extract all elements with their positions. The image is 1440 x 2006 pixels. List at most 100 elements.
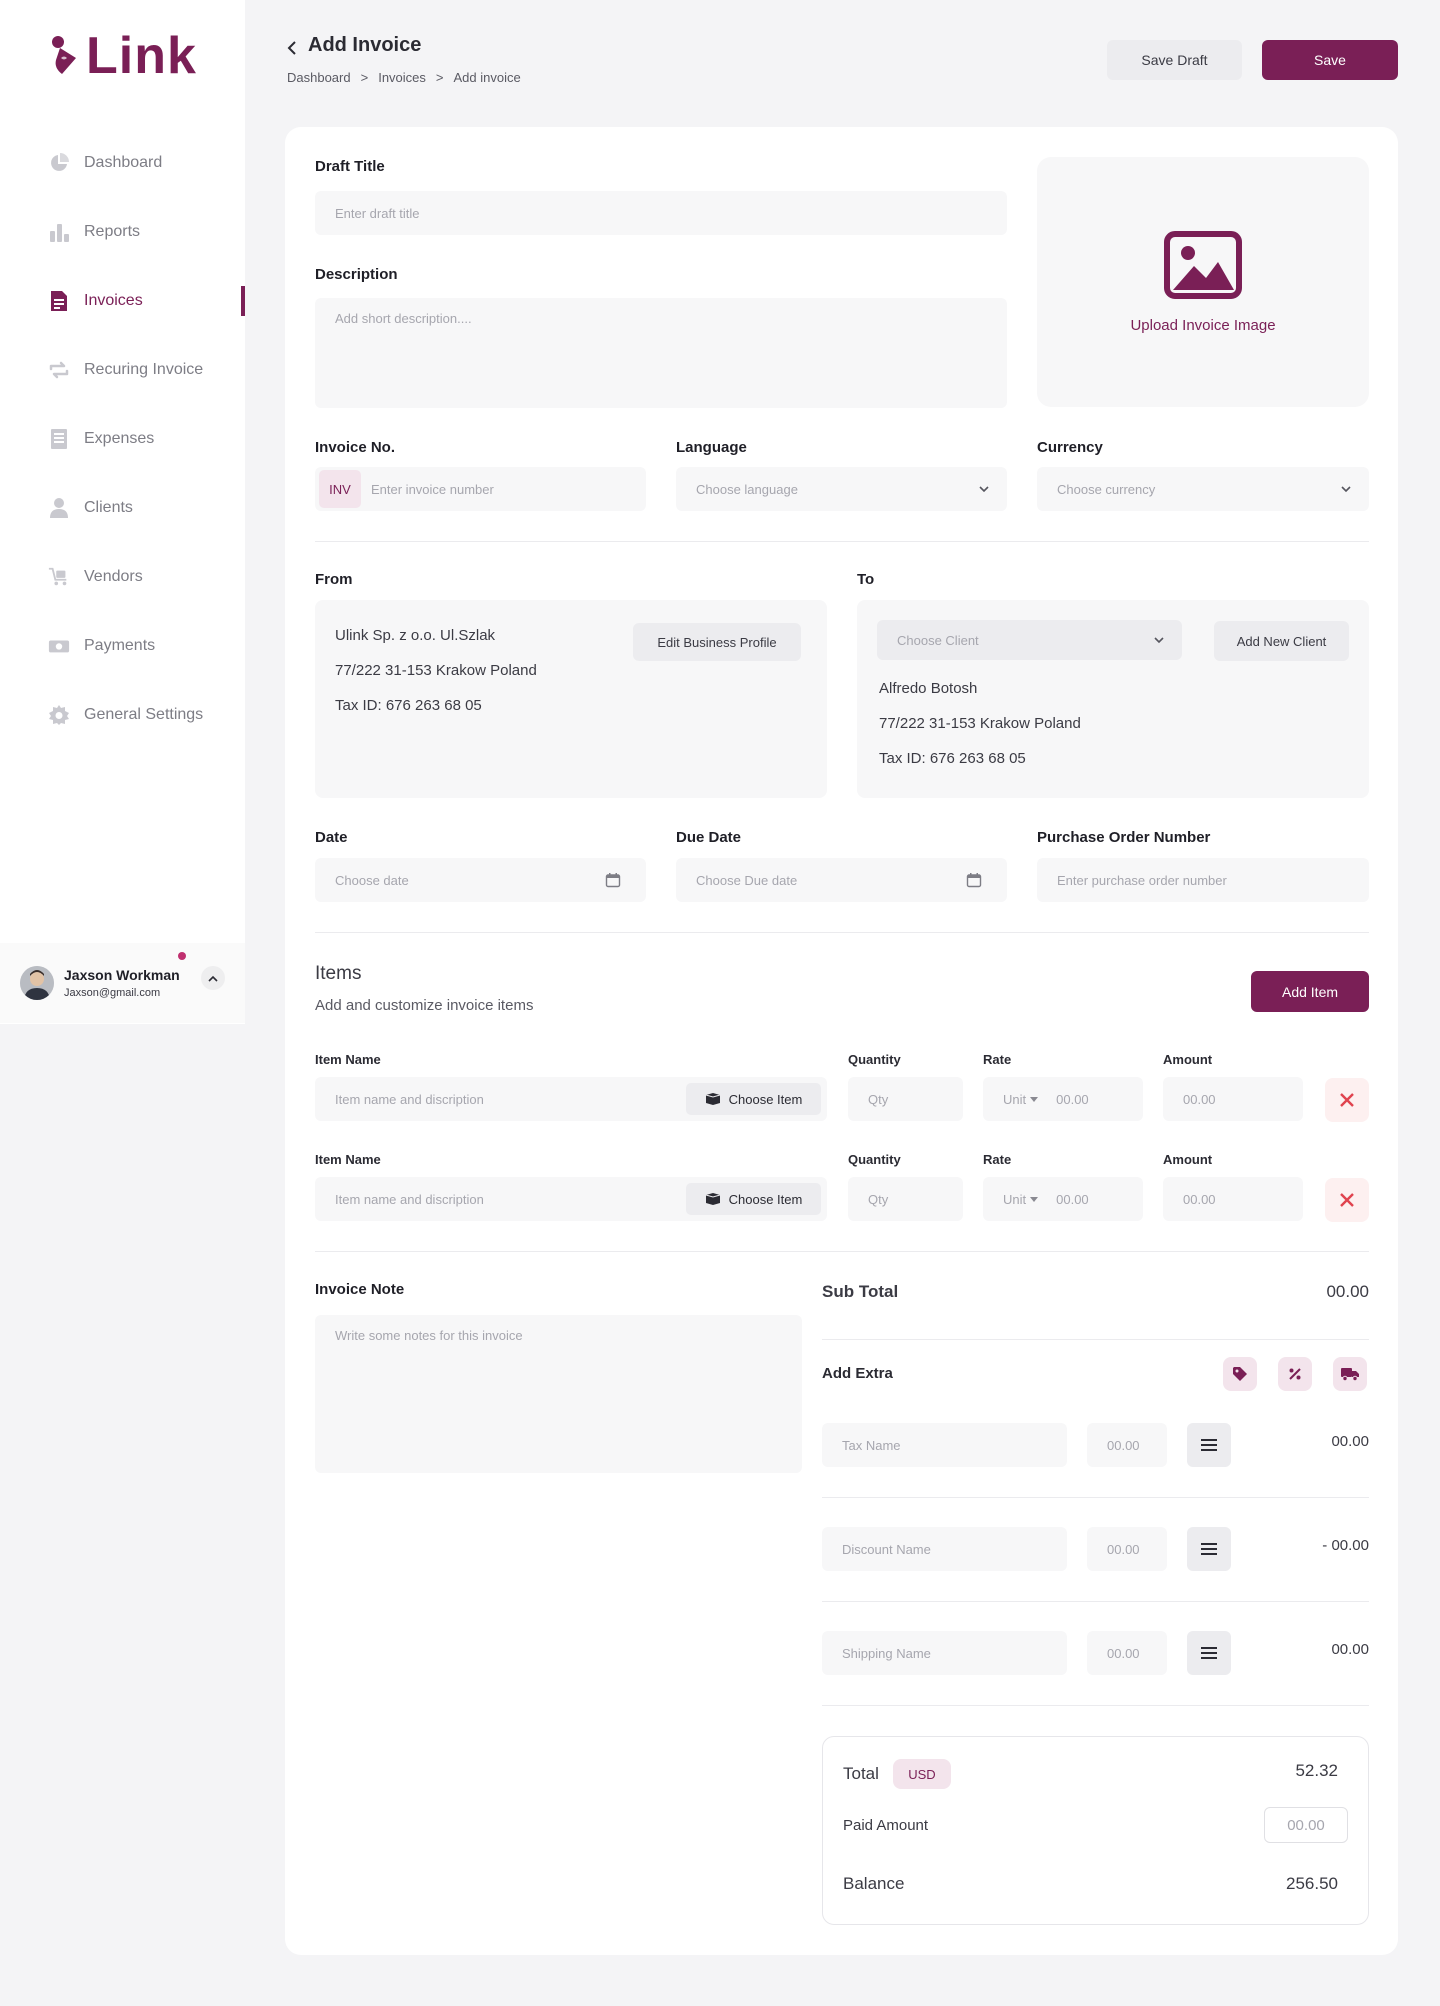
back-button[interactable] [285,40,299,56]
po-number-placeholder: Enter purchase order number [1057,872,1227,888]
cart-icon [48,566,70,588]
add-new-client-button[interactable]: Add New Client [1214,621,1349,661]
menu-icon [1201,1647,1217,1659]
add-item-button[interactable]: Add Item [1251,971,1369,1012]
from-label: From [315,571,353,588]
bar-chart-icon [48,221,70,243]
date-label: Date [315,829,348,846]
amount-input[interactable]: 00.00 [1163,1077,1303,1121]
to-line-1: Alfredo Botosh [879,680,978,697]
chevron-up-icon [208,975,218,982]
breadcrumb-invoices[interactable]: Invoices [378,70,426,85]
invoice-number-input[interactable]: INV Enter invoice number [315,467,646,511]
choose-client-placeholder: Choose Client [897,632,979,648]
sidebar-item-payments[interactable]: Payments [0,611,245,680]
gear-icon [48,704,70,726]
total-label: Total [843,1764,879,1783]
quantity-input[interactable]: Qty [848,1077,963,1121]
save-draft-button[interactable]: Save Draft [1107,40,1242,80]
balance-value: 256.50 [1286,1874,1338,1893]
quantity-placeholder: Qty [868,1191,889,1207]
quantity-input[interactable]: Qty [848,1177,963,1221]
add-shipping-button[interactable] [1333,1357,1367,1391]
pie-chart-icon [48,152,70,174]
invoice-note-textarea[interactable]: Write some notes for this invoice [315,1315,802,1473]
shipping-value-input[interactable]: 00.00 [1087,1631,1167,1675]
sidebar-item-label: Payments [84,636,156,654]
chevron-down-icon [1341,486,1351,493]
description-label: Description [315,266,398,283]
choose-client-select[interactable]: Choose Client [877,620,1182,660]
breadcrumb-dashboard[interactable]: Dashboard [287,70,351,85]
item-name-input[interactable]: Item name and discription Choose Item [315,1177,827,1221]
user-menu-toggle[interactable] [201,966,225,990]
choose-item-button[interactable]: Choose Item [686,1083,821,1115]
language-select[interactable]: Choose language [676,467,1007,511]
add-extra-label: Add Extra [822,1365,893,1382]
paid-amount-input[interactable]: 00.00 [1264,1807,1348,1843]
edit-business-profile-button[interactable]: Edit Business Profile [633,623,801,661]
breadcrumb-separator: > [435,70,444,85]
money-icon [48,635,70,657]
discount-result: - 00.00 [1322,1537,1369,1554]
total-summary-box: Total USD 52.32 Paid Amount 00.00 Balanc… [822,1736,1369,1925]
sidebar: Link Dashboard Reports Invoices Recuring… [0,0,245,1024]
add-tax-button[interactable] [1223,1357,1257,1391]
po-number-input[interactable]: Enter purchase order number [1037,858,1369,902]
rate-placeholder: 00.00 [1056,1091,1089,1107]
quantity-placeholder: Qty [868,1091,889,1107]
amount-placeholder: 00.00 [1183,1091,1216,1107]
shipping-type-menu-button[interactable] [1187,1631,1231,1675]
sidebar-item-vendors[interactable]: Vendors [0,542,245,611]
tax-name-input[interactable]: Tax Name [822,1423,1067,1467]
repeat-icon [48,359,70,381]
brand-logo[interactable]: Link [50,30,197,82]
sidebar-item-invoices[interactable]: Invoices [0,266,245,335]
tax-type-menu-button[interactable] [1187,1423,1231,1467]
discount-type-menu-button[interactable] [1187,1527,1231,1571]
rate-column-label: Rate [983,1052,1012,1067]
unit-select[interactable]: Unit [1003,1192,1039,1207]
sidebar-item-label: Clients [84,498,133,516]
sidebar-item-recuring-invoice[interactable]: Recuring Invoice [0,335,245,404]
save-button[interactable]: Save [1262,40,1398,80]
remove-item-button[interactable] [1325,1078,1369,1122]
currency-badge[interactable]: USD [892,1759,951,1789]
shipping-name-input[interactable]: Shipping Name [822,1631,1067,1675]
sidebar-item-clients[interactable]: Clients [0,473,245,542]
sidebar-item-general-settings[interactable]: General Settings [0,680,245,749]
sidebar-item-dashboard[interactable]: Dashboard [0,128,245,197]
discount-name-input[interactable]: Discount Name [822,1527,1067,1571]
from-line-3: Tax ID: 676 263 68 05 [335,697,482,714]
amount-input[interactable]: 00.00 [1163,1177,1303,1221]
add-discount-button[interactable] [1278,1357,1312,1391]
choose-item-label: Choose Item [728,1091,803,1107]
currency-select[interactable]: Choose currency [1037,467,1369,511]
description-textarea[interactable]: Add short description.... [315,298,1007,408]
upload-invoice-image[interactable]: Upload Invoice Image [1037,157,1369,407]
tag-icon [1233,1367,1247,1381]
amount-column-label: Amount [1163,1152,1213,1167]
menu-icon [1201,1543,1217,1555]
remove-item-button[interactable] [1325,1178,1369,1222]
rate-input[interactable]: Unit 00.00 [983,1077,1143,1121]
due-date-picker[interactable]: Choose Due date [676,858,1007,902]
unit-select[interactable]: Unit [1003,1092,1039,1107]
divider [822,1497,1369,1498]
rate-input[interactable]: Unit 00.00 [983,1177,1143,1221]
language-label: Language [676,439,747,456]
tax-value-input[interactable]: 00.00 [1087,1423,1167,1467]
currency-placeholder: Choose currency [1057,481,1156,497]
divider [315,1251,1369,1252]
sidebar-item-reports[interactable]: Reports [0,197,245,266]
rate-placeholder: 00.00 [1056,1191,1089,1207]
discount-value-input[interactable]: 00.00 [1087,1527,1167,1571]
divider [315,541,1369,542]
discount-name-placeholder: Discount Name [842,1541,931,1557]
draft-title-input[interactable]: Enter draft title [315,191,1007,235]
choose-item-button[interactable]: Choose Item [686,1183,821,1215]
item-name-input[interactable]: Item name and discription Choose Item [315,1077,827,1121]
sidebar-item-expenses[interactable]: Expenses [0,404,245,473]
to-label: To [857,571,875,588]
date-picker[interactable]: Choose date [315,858,646,902]
